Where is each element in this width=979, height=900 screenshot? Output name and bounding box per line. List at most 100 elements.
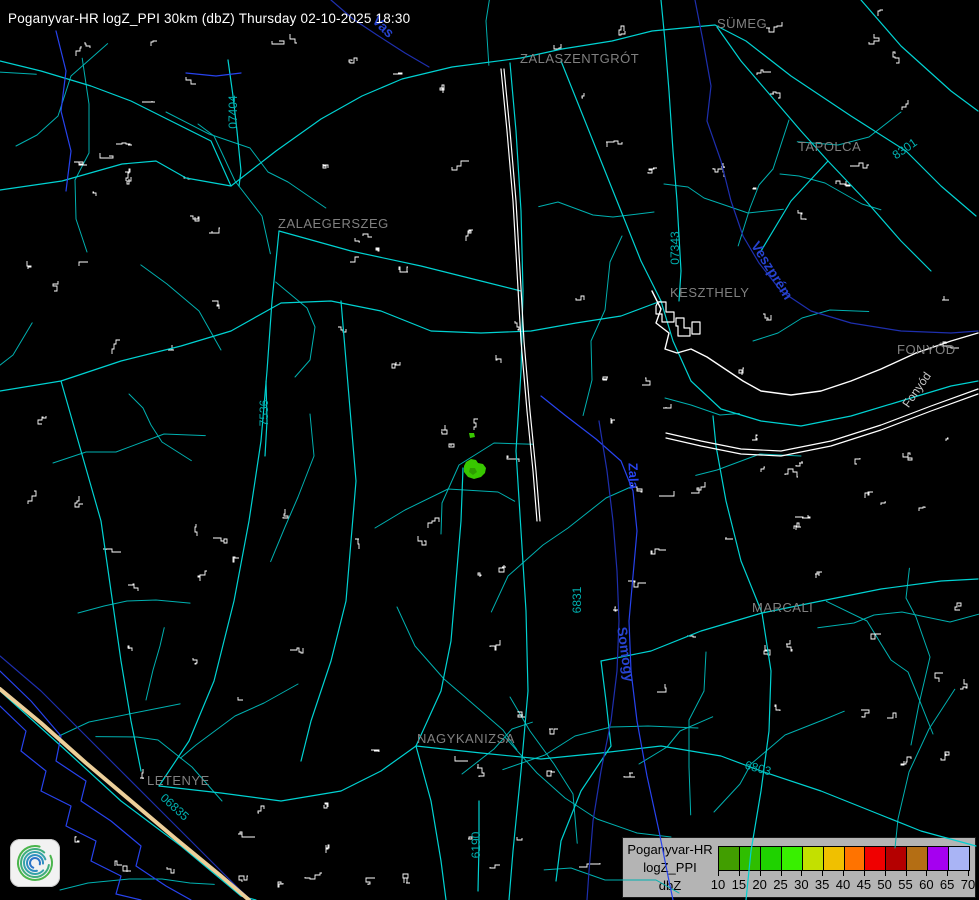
- village-outline: [582, 93, 584, 98]
- village-outline: [115, 861, 122, 866]
- village-outline: [399, 267, 408, 272]
- minor-road-path: [271, 414, 314, 562]
- village-outline: [366, 878, 375, 885]
- village-outline: [363, 234, 372, 237]
- minor-road-path: [146, 628, 164, 700]
- village-outline: [499, 565, 506, 572]
- village-outline: [796, 461, 803, 466]
- river-path: [56, 31, 71, 191]
- village-outline: [127, 177, 131, 184]
- road-number-label: 6190: [469, 831, 483, 858]
- village-outline: [490, 865, 500, 868]
- white-path: [666, 389, 978, 451]
- city-label: ZALAEGERSZEG: [278, 216, 389, 231]
- village-outline: [861, 710, 869, 717]
- village-outline: [418, 536, 426, 545]
- road-path: [761, 161, 828, 251]
- legend-color-cell: [781, 847, 802, 870]
- minor-road-path: [826, 601, 933, 734]
- village-outline: [554, 44, 561, 49]
- village-outline: [167, 867, 174, 873]
- road-path: [159, 231, 279, 786]
- radar-echo-core: [469, 468, 477, 475]
- village-outline: [496, 355, 501, 363]
- city-label: ZALASZENTGRÓT: [520, 51, 639, 66]
- road-number-label: 07343: [668, 231, 682, 265]
- village-outline: [393, 73, 402, 74]
- minor-road-path: [96, 737, 222, 801]
- village-outline: [507, 456, 519, 462]
- minor-road-path: [75, 58, 89, 252]
- village-outline: [490, 640, 500, 650]
- minor-road-path: [166, 112, 326, 208]
- village-outline: [871, 634, 881, 639]
- village-outline: [878, 10, 883, 16]
- legend-tick-label: 70: [955, 877, 979, 892]
- radar-map-screen: Poganyvar-HR logZ_PPI 30km (dbZ) Thursda…: [0, 0, 979, 900]
- village-outline: [763, 314, 771, 320]
- minor-road-path: [664, 184, 783, 213]
- minor-road-path: [797, 112, 901, 145]
- village-outline: [184, 176, 192, 179]
- village-outline: [28, 491, 36, 504]
- village-outline: [786, 640, 792, 651]
- road-path: [416, 746, 976, 846]
- minor-road-path: [462, 722, 532, 774]
- legend-title-line1: Poganyvar-HR: [625, 841, 715, 859]
- legend-title-line2: logZ_PPI: [625, 859, 715, 877]
- village-outline: [349, 58, 357, 63]
- village-outline: [901, 757, 911, 765]
- village-outline: [547, 771, 555, 776]
- city-label: MARCALI: [752, 600, 813, 615]
- provider-logo[interactable]: [10, 839, 60, 887]
- village-outline: [659, 491, 674, 496]
- radar-title: Poganyvar-HR logZ_PPI 30km (dbZ) Thursda…: [8, 11, 410, 26]
- village-outline: [100, 153, 113, 158]
- road-path: [556, 661, 611, 881]
- road-path: [715, 25, 976, 216]
- legend-color-cell: [802, 847, 823, 870]
- road-number-label: 6831: [570, 586, 584, 613]
- village-outline: [452, 161, 469, 170]
- village-outline: [466, 230, 473, 241]
- village-outline: [27, 261, 31, 269]
- village-outline: [323, 164, 328, 168]
- village-outline: [477, 764, 484, 777]
- village-outline: [761, 467, 765, 472]
- village-outline: [449, 444, 454, 447]
- legend-tick-mark: [781, 870, 782, 876]
- village-outline: [663, 404, 671, 408]
- legend-tick-mark: [906, 870, 907, 876]
- village-outline: [887, 713, 896, 718]
- minor-road-path: [780, 174, 881, 210]
- village-outline: [713, 168, 724, 177]
- minor-road-path: [78, 600, 190, 613]
- village-outline: [186, 77, 196, 84]
- road-path: [661, 301, 978, 426]
- river-path: [541, 396, 673, 900]
- minor-road-path: [0, 72, 36, 81]
- legend-tick-mark: [739, 870, 740, 876]
- village-outline: [651, 549, 666, 554]
- village-outline: [403, 874, 410, 883]
- village-outline: [128, 646, 132, 651]
- road-path: [762, 579, 978, 613]
- village-outline: [721, 163, 725, 168]
- minor-road-path: [16, 44, 108, 146]
- minor-road-path: [818, 612, 979, 628]
- minor-road-path: [441, 443, 532, 534]
- village-outline: [168, 345, 174, 350]
- minor-road-path: [375, 489, 515, 528]
- village-outline: [902, 100, 908, 110]
- village-outline: [869, 34, 879, 44]
- minor-road-path: [714, 711, 844, 812]
- road-path: [0, 301, 661, 391]
- village-outline: [919, 507, 925, 511]
- minor-road-path: [276, 282, 315, 377]
- minor-road-path: [60, 879, 214, 890]
- road-path: [228, 60, 241, 186]
- river-label: Zala: [626, 463, 642, 490]
- village-outline: [474, 419, 478, 430]
- village-outline: [140, 769, 144, 779]
- road-path: [265, 381, 267, 456]
